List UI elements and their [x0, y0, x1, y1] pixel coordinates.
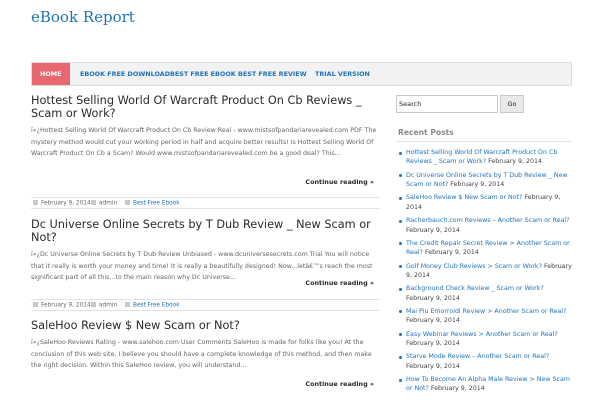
calendar-icon — [33, 200, 38, 205]
recent-post-item: SaleHoo Review $ New Scam or Not? Februa… — [398, 193, 572, 212]
post-meta: February 9, 2014 admin Best Free Ebook — [31, 299, 380, 311]
post-author[interactable]: admin — [91, 200, 117, 207]
recent-post-link[interactable]: SaleHoo Review $ New Scam or Not? — [406, 194, 522, 201]
recent-post-date: February 9, 2014 — [406, 294, 460, 302]
nav-ebook-free-download[interactable]: EBOOK FREE DOWNLOAD — [80, 63, 170, 85]
recent-post-link[interactable]: Golf Money Club Reviews > Scam or Work? — [406, 263, 542, 270]
folder-icon — [125, 302, 130, 307]
post-excerpt: ï»¿Hottest Selling World Of Warcraft Pro… — [31, 127, 377, 157]
recent-post-item: Golf Money Club Reviews > Scam or Work? … — [398, 262, 572, 281]
recent-post-item: The Credit Repair Secret Review > Anothe… — [398, 239, 572, 258]
continue-reading-link[interactable]: Continue reading » — [305, 178, 374, 186]
recent-post-item: Background Check Review _ Scam or Work? … — [398, 284, 572, 303]
calendar-icon — [33, 302, 38, 307]
continue-reading-link[interactable]: Continue reading » — [305, 279, 374, 287]
post-title[interactable]: SaleHoo Review $ New Scam or Not? — [31, 319, 380, 332]
recent-post-link[interactable]: Mai Piu Emorroidi Review > Another Scam … — [406, 308, 566, 315]
post-category[interactable]: Best Free Ebook — [125, 200, 180, 207]
recent-post-link[interactable]: Background Check Review _ Scam or Work? — [406, 285, 544, 292]
recent-post-date: February 9, 2014 — [488, 158, 543, 166]
recent-posts-list: Hottest Selling World Of Warcraft Produc… — [398, 148, 572, 398]
recent-post-date: February 9, 2014 — [450, 181, 505, 189]
main-nav: HOME EBOOK FREE DOWNLOAD BEST FREE EBOOK… — [31, 62, 572, 86]
post-1: Hottest Selling World Of Warcraft Produc… — [31, 94, 380, 160]
post-date: February 9, 2014 — [33, 302, 91, 309]
recent-post-date: February 9, 2014 — [406, 226, 460, 234]
folder-icon — [125, 200, 130, 205]
recent-post-link[interactable]: Easy Webinar Reviews > Another Scam or R… — [406, 331, 558, 338]
site-title[interactable]: eBook Report — [31, 8, 135, 26]
post-author[interactable]: admin — [91, 302, 117, 309]
recent-post-item: Easy Webinar Reviews > Another Scam or R… — [398, 330, 572, 349]
recent-post-date: February 9, 2014 — [430, 385, 485, 393]
post-meta: February 9, 2014 admin Best Free Ebook — [31, 197, 380, 209]
recent-post-item: Hottest Selling World Of Warcraft Produc… — [398, 148, 572, 167]
nav-best-free-ebook[interactable]: BEST FREE EBOOK — [170, 63, 236, 85]
continue-reading-link[interactable]: Continue reading » — [305, 380, 374, 388]
divider — [396, 141, 572, 142]
recent-post-item: Racherbauch.com Reviews – Another Scam o… — [398, 216, 572, 235]
post-title[interactable]: Hottest Selling World Of Warcraft Produc… — [31, 94, 380, 120]
search-go-button[interactable]: Go — [500, 95, 524, 113]
user-icon — [91, 200, 96, 205]
recent-post-link[interactable]: Racherbauch.com Reviews – Another Scam o… — [406, 217, 570, 224]
post-3-footer: Continue reading » — [31, 380, 380, 390]
post-3: SaleHoo Review $ New Scam or Not? ï»¿Sal… — [31, 319, 380, 372]
recent-post-link[interactable]: Starve Mode Review – Another Scam or Rea… — [406, 353, 549, 360]
recent-post-date: February 9, 2014 — [424, 249, 479, 257]
recent-post-date: February 9, 2014 — [406, 317, 460, 325]
recent-post-date: February 9, 2014 — [406, 340, 460, 348]
recent-post-date: February 9, 2014 — [406, 362, 460, 370]
search-input[interactable]: Search — [396, 95, 498, 113]
post-title[interactable]: Dc Universe Online Secrets by T Dub Revi… — [31, 218, 380, 244]
post-1-footer: Continue reading » — [31, 178, 380, 188]
post-category[interactable]: Best Free Ebook — [125, 302, 180, 309]
nav-home[interactable]: HOME — [32, 63, 70, 85]
user-icon — [91, 302, 96, 307]
recent-post-item: Dc Universe Online Secrets by T Dub Revi… — [398, 171, 572, 190]
post-2: Dc Universe Online Secrets by T Dub Revi… — [31, 218, 380, 284]
nav-best-free-review[interactable]: BEST FREE REVIEW — [238, 63, 307, 85]
post-date: February 9, 2014 — [33, 200, 91, 207]
recent-posts-heading: Recent Posts — [398, 128, 454, 137]
post-2-footer: Continue reading » — [31, 279, 380, 289]
recent-post-item: How To Become An Alpha Male Review > New… — [398, 375, 572, 394]
recent-post-item: Starve Mode Review – Another Scam or Rea… — [398, 352, 572, 371]
recent-post-item: Mai Piu Emorroidi Review > Another Scam … — [398, 307, 572, 326]
post-excerpt: ï»¿SaleHoo Reviews Rating - www.salehoo.… — [31, 339, 372, 369]
nav-trial-version[interactable]: TRIAL VERSION — [315, 63, 370, 85]
